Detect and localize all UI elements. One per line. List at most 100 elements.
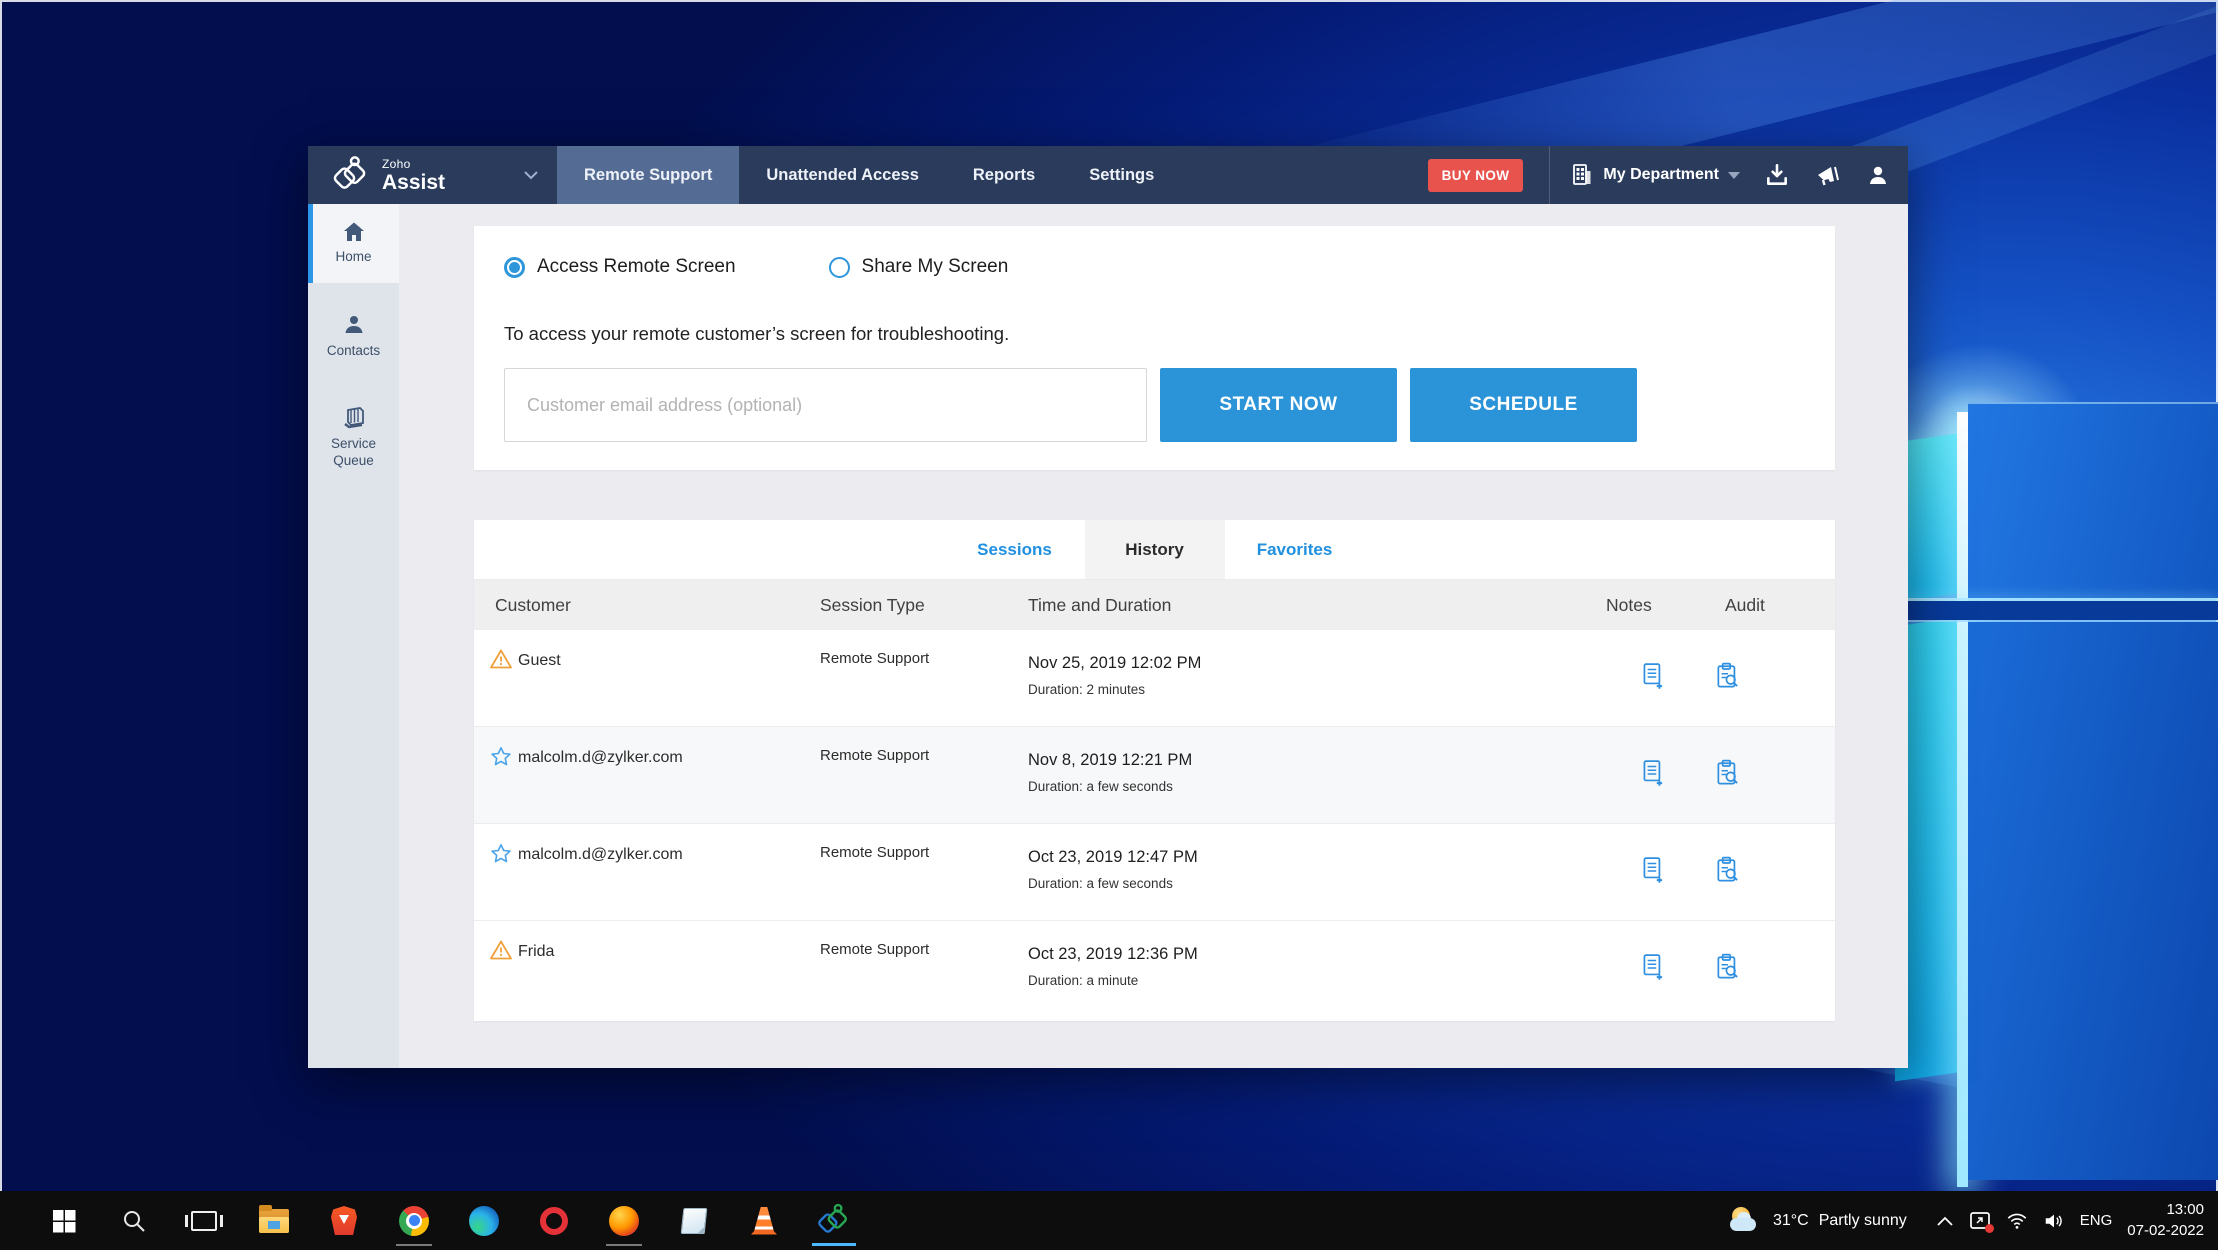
zoho-assist-taskbar-button[interactable] <box>810 1195 858 1247</box>
announcement-icon <box>1814 162 1842 188</box>
brave-button[interactable] <box>320 1195 368 1247</box>
app-logo[interactable]: Zoho Assist <box>308 146 523 204</box>
clock-widget[interactable]: 13:00 07-02-2022 <box>2127 1200 2204 1241</box>
connect-description: To access your remote customer’s screen … <box>504 323 1009 345</box>
note-add-icon <box>1640 759 1666 789</box>
radio-label: Share My Screen <box>862 256 1009 278</box>
add-note-button[interactable] <box>1640 953 1666 988</box>
favorite-star-icon[interactable] <box>489 842 513 871</box>
audit-button[interactable] <box>1714 856 1742 891</box>
start-now-button[interactable]: START NOW <box>1160 368 1397 442</box>
add-note-button[interactable] <box>1640 759 1666 794</box>
sidebar-item-home[interactable]: Home <box>308 204 399 283</box>
opera-icon <box>540 1207 568 1235</box>
notepad-button[interactable] <box>670 1195 718 1247</box>
schedule-button[interactable]: SCHEDULE <box>1410 368 1637 442</box>
service-queue-icon <box>341 406 367 430</box>
tab-settings[interactable]: Settings <box>1062 146 1181 204</box>
column-header-session-type: Session Type <box>820 580 925 630</box>
logo-brand: Zoho <box>382 158 445 170</box>
tab-unattended-access[interactable]: Unattended Access <box>739 146 946 204</box>
sidebar-item-service-queue[interactable]: Service Queue <box>308 395 399 481</box>
profile-button[interactable] <box>1866 163 1890 187</box>
session-time: Oct 23, 2019 12:47 PM <box>1028 848 1198 867</box>
customer-name: Frida <box>518 943 554 961</box>
navbar-right: BUY NOW My Department <box>1428 146 1908 204</box>
audit-button[interactable] <box>1714 662 1742 697</box>
session-time: Oct 23, 2019 12:36 PM <box>1028 945 1198 964</box>
windows-logo-pane <box>1968 622 2218 1180</box>
audit-button[interactable] <box>1714 953 1742 988</box>
column-header-time-duration: Time and Duration <box>1028 580 1171 630</box>
sidebar-item-contacts[interactable]: Contacts <box>308 301 399 371</box>
note-add-icon <box>1640 662 1666 692</box>
clock-date: 07-02-2022 <box>2127 1221 2204 1241</box>
tab-sessions[interactable]: Sessions <box>945 520 1085 579</box>
desktop: Zoho Assist Remote Support Unattended Ac… <box>0 0 2218 1250</box>
firefox-icon <box>609 1206 639 1236</box>
navbar-divider <box>1549 146 1550 204</box>
taskbar-apps <box>0 1195 858 1247</box>
table-row: malcolm.d@zylker.com Remote Support Nov … <box>474 727 1835 824</box>
table-header: Customer Session Type Time and Duration … <box>474 580 1835 630</box>
weather-condition: Partly sunny <box>1819 1212 1907 1230</box>
warning-icon <box>489 648 513 675</box>
volume-tray-button[interactable] <box>2043 1211 2065 1231</box>
screen-share-tray-button[interactable] <box>1969 1211 1991 1231</box>
app-switcher-chevron[interactable] <box>523 146 539 204</box>
audit-icon <box>1714 662 1742 692</box>
radio-share-my-screen[interactable]: Share My Screen <box>829 256 1009 278</box>
radio-selected-icon[interactable] <box>504 257 525 278</box>
search-button[interactable] <box>110 1195 158 1247</box>
wifi-tray-button[interactable] <box>2006 1211 2028 1230</box>
windows-logo-pane <box>1968 402 2218 598</box>
profile-icon <box>1866 163 1890 187</box>
add-note-button[interactable] <box>1640 856 1666 891</box>
session-type: Remote Support <box>820 941 929 958</box>
volume-icon <box>2043 1211 2065 1231</box>
vlc-icon <box>751 1207 777 1235</box>
firefox-button[interactable] <box>600 1195 648 1247</box>
sidebar-item-label: Service Queue <box>322 436 386 470</box>
add-note-button[interactable] <box>1640 662 1666 697</box>
opera-button[interactable] <box>530 1195 578 1247</box>
tab-favorites[interactable]: Favorites <box>1225 520 1365 579</box>
weather-widget[interactable]: 31°C Partly sunny <box>1729 1206 1907 1236</box>
logo-product: Assist <box>382 172 445 193</box>
task-view-icon <box>191 1211 217 1231</box>
radio-unselected-icon[interactable] <box>829 257 850 278</box>
organization-icon <box>1570 162 1594 188</box>
zoho-assist-window: Zoho Assist Remote Support Unattended Ac… <box>308 146 1908 1068</box>
language-indicator[interactable]: ENG <box>2080 1212 2113 1229</box>
audit-button[interactable] <box>1714 759 1742 794</box>
radio-access-remote-screen[interactable]: Access Remote Screen <box>504 256 736 278</box>
app-sidebar: Home Contacts Service Queue <box>308 204 399 1068</box>
department-label: My Department <box>1603 166 1719 184</box>
app-logo-text: Zoho Assist <box>382 158 445 193</box>
download-button[interactable] <box>1764 162 1790 188</box>
session-type: Remote Support <box>820 844 929 861</box>
session-mode-options: Access Remote Screen Share My Screen <box>504 256 1008 278</box>
department-dropdown[interactable]: My Department <box>1570 162 1740 188</box>
vlc-button[interactable] <box>740 1195 788 1247</box>
buy-now-button[interactable]: BUY NOW <box>1428 159 1524 192</box>
caret-down-icon <box>1728 172 1740 179</box>
chrome-button[interactable] <box>390 1195 438 1247</box>
customer-email-input[interactable] <box>504 368 1147 442</box>
file-explorer-button[interactable] <box>250 1195 298 1247</box>
clock-time: 13:00 <box>2127 1200 2204 1220</box>
wifi-icon <box>2006 1211 2028 1230</box>
tab-remote-support[interactable]: Remote Support <box>557 146 739 204</box>
tray-expand-button[interactable] <box>1936 1215 1954 1227</box>
note-add-icon <box>1640 953 1666 983</box>
announcements-button[interactable] <box>1814 162 1842 188</box>
edge-button[interactable] <box>460 1195 508 1247</box>
note-add-icon <box>1640 856 1666 886</box>
favorite-star-icon[interactable] <box>489 745 513 774</box>
task-view-button[interactable] <box>180 1195 228 1247</box>
tab-history[interactable]: History <box>1085 520 1225 579</box>
tab-reports[interactable]: Reports <box>946 146 1062 204</box>
audit-icon <box>1714 759 1742 789</box>
start-button[interactable] <box>40 1195 88 1247</box>
customer-name: malcolm.d@zylker.com <box>518 749 683 767</box>
